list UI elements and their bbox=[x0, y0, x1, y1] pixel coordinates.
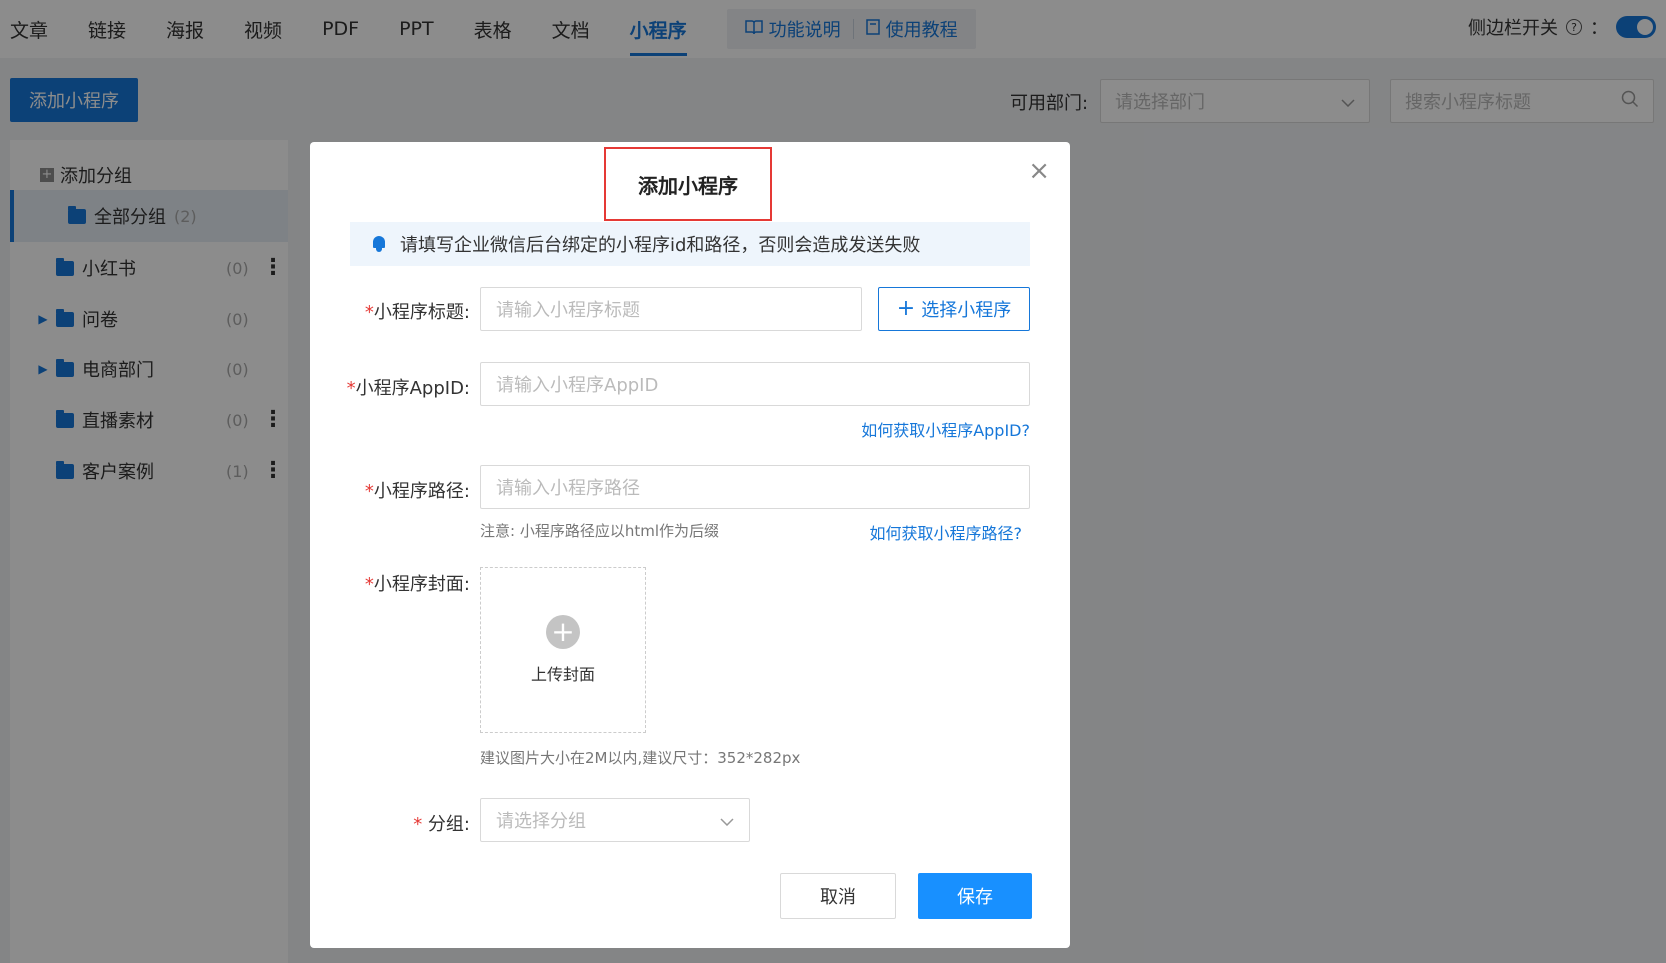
path-input[interactable]: 请输入小程序路径 bbox=[480, 465, 1030, 509]
path-field-label: *小程序路径: bbox=[364, 481, 470, 502]
path-help-link[interactable]: 如何获取小程序路径? bbox=[870, 520, 1023, 544]
appid-input[interactable]: 请输入小程序AppID bbox=[480, 362, 1030, 406]
group-placeholder: 请选择分组 bbox=[496, 811, 586, 832]
title-placeholder: 请输入小程序标题 bbox=[496, 300, 640, 321]
select-miniprogram-button[interactable]: + 选择小程序 bbox=[878, 287, 1030, 331]
cover-hint: 建议图片大小在2M以内,建议尺寸：352*282px bbox=[480, 749, 801, 767]
cancel-button[interactable]: 取消 bbox=[780, 873, 896, 919]
add-miniprogram-dialog: 添加小程序 × 请填写企业微信后台绑定的小程序id和路径，否则会造成发送失败 *… bbox=[310, 142, 1070, 948]
cover-field-label: *小程序封面: bbox=[364, 574, 470, 595]
chevron-down-icon bbox=[720, 810, 734, 831]
title-input[interactable]: 请输入小程序标题 bbox=[480, 287, 862, 331]
appid-help-link[interactable]: 如何获取小程序AppID? bbox=[861, 417, 1030, 441]
save-button[interactable]: 保存 bbox=[918, 873, 1032, 919]
close-icon[interactable]: × bbox=[1028, 158, 1050, 184]
plus-circle-icon: + bbox=[546, 615, 580, 649]
group-field-label: * 分组: bbox=[413, 814, 470, 835]
bell-icon bbox=[372, 236, 386, 252]
appid-placeholder: 请输入小程序AppID bbox=[496, 375, 659, 396]
plus-icon: + bbox=[896, 296, 916, 321]
appid-field-label: *小程序AppID: bbox=[346, 378, 470, 399]
title-field-label: *小程序标题: bbox=[364, 302, 470, 323]
upload-cover-label: 上传封面 bbox=[530, 665, 595, 684]
upload-cover-button[interactable]: + 上传封面 bbox=[480, 567, 646, 733]
path-placeholder: 请输入小程序路径 bbox=[496, 478, 640, 499]
path-note: 注意: 小程序路径应以html作为后缀 bbox=[480, 522, 719, 540]
dialog-title: 添加小程序 bbox=[604, 147, 772, 221]
notice-text: 请填写企业微信后台绑定的小程序id和路径，否则会造成发送失败 bbox=[400, 235, 921, 256]
select-miniprogram-label: 选择小程序 bbox=[921, 300, 1012, 321]
group-select[interactable]: 请选择分组 bbox=[480, 798, 750, 842]
notice-banner: 请填写企业微信后台绑定的小程序id和路径，否则会造成发送失败 bbox=[350, 222, 1030, 266]
